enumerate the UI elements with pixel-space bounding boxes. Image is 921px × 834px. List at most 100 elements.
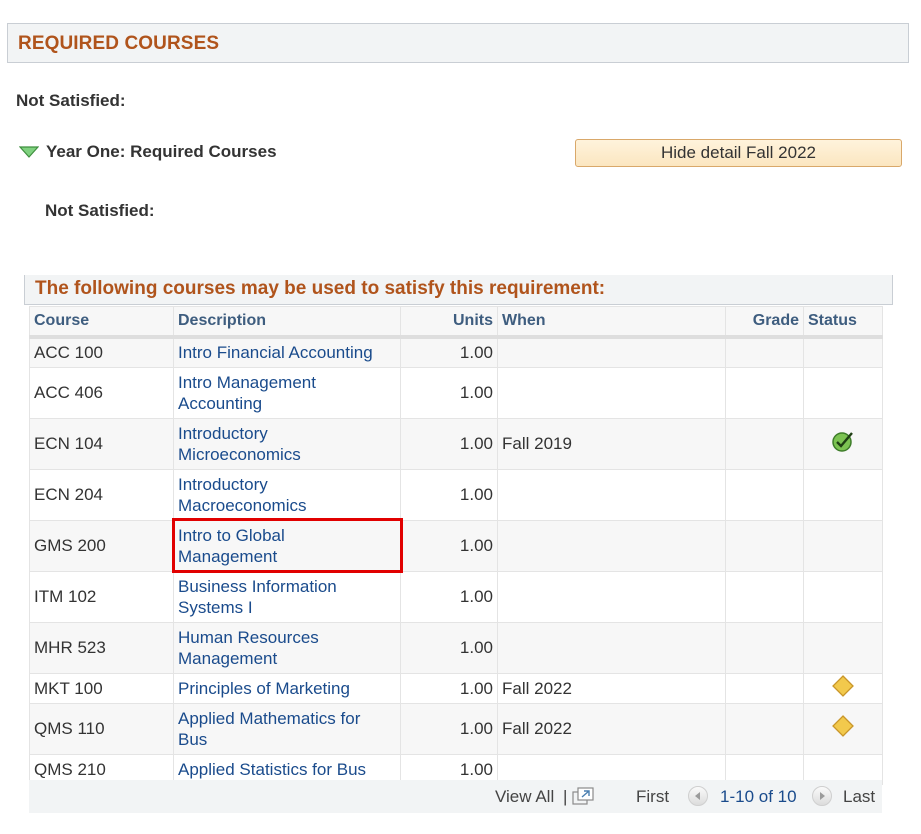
when: Fall 2022 bbox=[497, 672, 726, 704]
grade bbox=[725, 336, 804, 368]
description-line-1: Introductory bbox=[178, 423, 268, 443]
description-line-1: Human Resources bbox=[178, 627, 319, 647]
description-line-2: Management bbox=[178, 546, 278, 566]
status-cell bbox=[803, 621, 883, 674]
status-cell bbox=[803, 702, 883, 755]
footer-separator: | bbox=[563, 787, 568, 806]
course-code: MKT 100 bbox=[29, 672, 174, 704]
course-description-cell: Introductory Microeconomics bbox=[173, 417, 401, 470]
when: Fall 2022 bbox=[497, 702, 726, 755]
grade bbox=[725, 570, 804, 623]
table-row: QMS 110 Applied Mathematics for Bus 1.00 Fal… bbox=[29, 702, 883, 755]
description-line-2: Microeconomics bbox=[178, 444, 301, 464]
course-description-link[interactable]: Intro to Global Management bbox=[178, 526, 285, 566]
table-row: ITM 102 Business Information Systems I 1.00 bbox=[29, 570, 883, 623]
units: 1.00 bbox=[400, 336, 498, 368]
when bbox=[497, 336, 726, 368]
status-cell bbox=[803, 519, 883, 572]
table-row: ECN 104 Introductory Microeconomics 1.00 Fal… bbox=[29, 417, 883, 470]
course-code: ACC 406 bbox=[29, 366, 174, 419]
course-description-link[interactable]: Principles of Marketing bbox=[178, 679, 350, 698]
course-description-link[interactable]: Business Information Systems I bbox=[178, 577, 337, 617]
last-link[interactable]: Last bbox=[843, 787, 875, 807]
view-all-link[interactable]: View All bbox=[495, 787, 554, 807]
grade bbox=[725, 366, 804, 419]
when bbox=[497, 519, 726, 572]
col-header-status: Status bbox=[803, 306, 883, 339]
course-description-link[interactable]: Introductory Macroeconomics bbox=[178, 475, 307, 515]
description-line-1: Intro Management bbox=[178, 372, 316, 392]
table-row: ACC 406 Intro Management Accounting 1.00 bbox=[29, 366, 883, 419]
grid-title: The following courses may be used to sat… bbox=[35, 278, 606, 299]
units: 1.00 bbox=[400, 366, 498, 419]
grade bbox=[725, 621, 804, 674]
course-description-cell: Human Resources Management bbox=[173, 621, 401, 674]
when bbox=[497, 366, 726, 419]
course-code: ACC 100 bbox=[29, 336, 174, 368]
col-header-grade: Grade bbox=[725, 306, 804, 339]
description-line-1: Introductory bbox=[178, 474, 268, 494]
col-header-description: Description bbox=[173, 306, 401, 339]
table-row: MKT 100 Principles of Marketing 1.00 Fall 2… bbox=[29, 672, 883, 704]
section-status-label: Not Satisfied: bbox=[16, 91, 126, 110]
grade bbox=[725, 672, 804, 704]
description-line-2: Systems I bbox=[178, 597, 253, 617]
description-line-2: Accounting bbox=[178, 393, 263, 413]
status-cell bbox=[803, 672, 883, 704]
description-line-1: Principles of Marketing bbox=[178, 678, 350, 698]
course-description-link[interactable]: Introductory Microeconomics bbox=[178, 424, 301, 464]
when bbox=[497, 621, 726, 674]
status-cell bbox=[803, 366, 883, 419]
course-description-cell: Intro Management Accounting bbox=[173, 366, 401, 419]
course-description-cell: Principles of Marketing bbox=[173, 672, 401, 704]
course-description-link[interactable]: Applied Mathematics for Bus bbox=[178, 709, 360, 749]
section-title: REQUIRED COURSES bbox=[18, 33, 220, 54]
status-cell bbox=[803, 336, 883, 368]
description-line-1: Applied Mathematics for bbox=[178, 708, 361, 728]
course-description-link[interactable]: Human Resources Management bbox=[178, 628, 319, 668]
units: 1.00 bbox=[400, 417, 498, 470]
units: 1.00 bbox=[400, 621, 498, 674]
status-cell bbox=[803, 570, 883, 623]
grade bbox=[725, 702, 804, 755]
group-title: Year One: Required Courses bbox=[46, 142, 277, 161]
course-description-link[interactable]: Applied Statistics for Bus bbox=[178, 760, 366, 779]
course-code: MHR 523 bbox=[29, 621, 174, 674]
courses-table: Course Description Units When Grade Stat… bbox=[29, 306, 883, 785]
grid-footer: View All | First 1-10 of 10 Last bbox=[29, 780, 882, 813]
col-header-course: Course bbox=[29, 306, 174, 339]
group-status-label: Not Satisfied: bbox=[45, 201, 155, 220]
description-line-1: Applied Statistics for Bus bbox=[178, 759, 367, 779]
group-toggle[interactable]: Year One: Required Courses bbox=[19, 142, 277, 162]
description-line-2: Bus bbox=[178, 729, 208, 749]
units: 1.00 bbox=[400, 702, 498, 755]
description-line-1: Business Information bbox=[178, 576, 337, 596]
expanded-triangle-icon bbox=[19, 146, 39, 158]
next-arrow-icon[interactable] bbox=[812, 786, 832, 806]
popup-window-icon[interactable] bbox=[572, 786, 596, 806]
previous-arrow-icon[interactable] bbox=[688, 786, 708, 806]
hide-detail-button[interactable]: Hide detail Fall 2022 bbox=[575, 139, 902, 167]
description-line-1: Intro to Global bbox=[178, 525, 285, 545]
units: 1.00 bbox=[400, 672, 498, 704]
table-row: GMS 200 Intro to Global Management 1.00 bbox=[29, 518, 883, 573]
first-link[interactable]: First bbox=[636, 787, 669, 807]
grade bbox=[725, 468, 804, 521]
course-description-cell: Intro to Global Management bbox=[171, 518, 403, 573]
green-check-circle-icon bbox=[832, 432, 853, 452]
units: 1.00 bbox=[400, 570, 498, 623]
col-header-units: Units bbox=[400, 306, 498, 339]
yellow-diamond-icon bbox=[832, 715, 854, 737]
units: 1.00 bbox=[400, 519, 498, 572]
yellow-diamond-icon bbox=[832, 674, 854, 697]
grid-title-bar: The following courses may be used to sat… bbox=[24, 275, 893, 305]
course-code: ITM 102 bbox=[29, 570, 174, 623]
course-description-cell: Applied Mathematics for Bus bbox=[173, 702, 401, 755]
grade bbox=[725, 417, 804, 470]
course-code: GMS 200 bbox=[29, 519, 174, 572]
course-description-link[interactable]: Intro Financial Accounting bbox=[178, 343, 373, 362]
col-header-when: When bbox=[497, 306, 726, 339]
table-row: MHR 523 Human Resources Management 1.00 bbox=[29, 621, 883, 674]
course-description-link[interactable]: Intro Management Accounting bbox=[178, 373, 316, 413]
status-cell bbox=[803, 417, 883, 470]
